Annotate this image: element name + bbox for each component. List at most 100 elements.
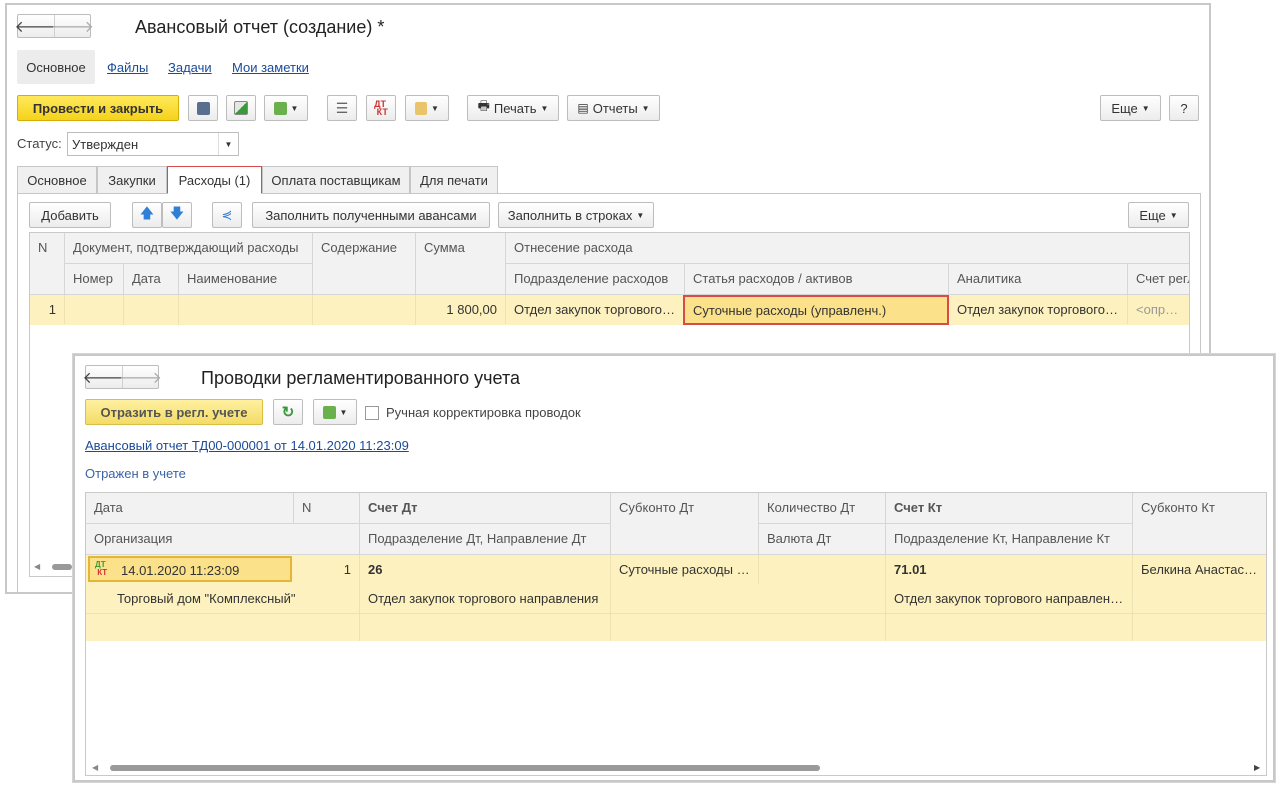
col-p-dept-dt[interactable]: Подразделение Дт, Направление Дт xyxy=(360,524,611,555)
col-p-sub-dt[interactable]: Субконто Дт xyxy=(611,493,759,555)
window-title: Авансовый отчет (создание) * xyxy=(135,17,385,37)
posting-row[interactable]: ДТ КТ 14.01.2020 11:23:09 1 26 Суточные … xyxy=(86,555,1266,641)
create-based-on-button[interactable]: ▼ xyxy=(264,95,308,121)
save-button[interactable] xyxy=(188,95,218,121)
tab-supplier-payments[interactable]: Оплата поставщикам xyxy=(262,166,410,194)
col-attribution[interactable]: Отнесение расхода xyxy=(506,233,1189,264)
forward-arrow-icon[interactable]: 🡒 xyxy=(51,15,94,37)
col-p-sub-kt[interactable]: Субконто Кт xyxy=(1133,493,1266,555)
refresh-button[interactable]: ↻ xyxy=(273,399,303,425)
cell-p-n[interactable]: 1 xyxy=(294,555,360,584)
refresh-icon: ↻ xyxy=(281,404,295,421)
status-value: Утвержден xyxy=(72,137,139,152)
col-account[interactable]: Счет регл xyxy=(1128,264,1189,295)
reports-label: Отчеты xyxy=(592,100,638,116)
fill-rows-button[interactable]: Заполнить в строках ▼ xyxy=(498,202,654,228)
col-date[interactable]: Дата xyxy=(124,264,179,295)
col-sum[interactable]: Сумма xyxy=(416,233,506,295)
cell-dept[interactable]: Отдел закупок торгового… xyxy=(506,295,685,324)
tab-tasks[interactable]: Задачи xyxy=(168,60,212,75)
tab-notes[interactable]: Мои заметки xyxy=(232,60,309,75)
popup-title: Проводки регламентированного учета xyxy=(201,368,521,388)
reports-icon: ▤ xyxy=(577,101,589,115)
dropdown-arrow-icon[interactable]: ▼ xyxy=(218,133,238,155)
cell-n[interactable]: 1 xyxy=(30,295,65,324)
cell-item-selected[interactable]: Суточные расходы (управленч.) xyxy=(683,295,949,325)
popup-create-button[interactable]: ▼ xyxy=(313,399,357,425)
fill-advances-button[interactable]: Заполнить полученными авансами xyxy=(252,202,490,228)
cell-p-sub-kt[interactable]: Белкина Анастасия… xyxy=(1133,555,1266,584)
reports-button[interactable]: ▤ Отчеты ▼ xyxy=(567,95,660,121)
help-button[interactable]: ? xyxy=(1169,95,1199,121)
postings-table: Дата N Счет Дт Субконто Дт Количество Дт… xyxy=(85,492,1267,776)
cell-content[interactable] xyxy=(313,295,416,325)
cell-analytics[interactable]: Отдел закупок торгового… xyxy=(949,295,1128,324)
move-up-button[interactable]: 🡅 xyxy=(132,202,162,228)
cell-sum[interactable]: 1 800,00 xyxy=(416,295,506,324)
cell-number[interactable] xyxy=(65,295,124,325)
reflection-status: Отражен в учете xyxy=(85,466,186,481)
post-button[interactable] xyxy=(226,95,256,121)
table-row[interactable]: 1 1 800,00 Отдел закупок торгового… Суто… xyxy=(30,295,1189,325)
main-scrollbar-thumb[interactable] xyxy=(52,564,72,570)
col-p-kt[interactable]: Счет Кт xyxy=(886,493,1133,524)
tab-for-print[interactable]: Для печати xyxy=(410,166,498,194)
col-p-dt[interactable]: Счет Дт xyxy=(360,493,611,524)
popup-scrollbar-thumb[interactable] xyxy=(110,765,820,771)
col-n[interactable]: N xyxy=(30,233,65,295)
col-p-n[interactable]: N xyxy=(294,493,360,524)
status-select[interactable]: Утвержден ▼ xyxy=(67,132,239,156)
popup-scroll-left-icon[interactable]: ◀ xyxy=(92,763,98,772)
col-number[interactable]: Номер xyxy=(65,264,124,295)
row-divider xyxy=(86,613,1266,614)
cell-p-kt[interactable]: 71.01 xyxy=(886,555,1133,584)
cell-p-qty-dt[interactable] xyxy=(759,555,886,641)
tab-main-top[interactable]: Основное xyxy=(17,50,95,84)
split-button[interactable]: ⋞ xyxy=(212,202,242,228)
back-arrow-icon[interactable]: 🡐 xyxy=(15,15,58,37)
dt-kt-icon: ДТ КТ xyxy=(374,99,388,117)
structure-button[interactable]: ☰ xyxy=(327,95,357,121)
col-dept[interactable]: Подразделение расходов xyxy=(506,264,685,295)
col-analytics[interactable]: Аналитика xyxy=(949,264,1128,295)
cell-date[interactable] xyxy=(124,295,179,325)
move-down-button[interactable]: 🡇 xyxy=(162,202,192,228)
popup-history-nav: 🡐 🡒 xyxy=(83,365,162,389)
add-button[interactable]: Добавить xyxy=(29,202,111,228)
split-icon: ⋞ xyxy=(221,207,233,222)
postings-window: 🡐 🡒 Проводки регламентированного учета От… xyxy=(73,354,1275,782)
reflect-button[interactable]: Отразить в регл. учете xyxy=(85,399,263,425)
more-table-button[interactable]: Еще ▼ xyxy=(1128,202,1189,228)
popup-scroll-right-icon[interactable]: ▶ xyxy=(1254,763,1260,772)
manual-correction-checkbox[interactable] xyxy=(365,406,379,420)
document-link[interactable]: Авансовый отчет ТД00-000001 от 14.01.202… xyxy=(85,438,409,453)
more-button[interactable]: Еще ▼ xyxy=(1100,95,1161,121)
col-p-date[interactable]: Дата xyxy=(86,493,294,524)
cell-name[interactable] xyxy=(179,295,313,325)
main-scroll-left-icon[interactable]: ◀ xyxy=(34,562,40,571)
cell-p-sub-dt[interactable]: Суточные расходы … xyxy=(611,555,759,584)
col-p-dept-kt[interactable]: Подразделение Кт, Направление Кт xyxy=(886,524,1133,555)
cell-p-dt[interactable]: 26 xyxy=(360,555,611,584)
post-and-close-button[interactable]: Провести и закрыть xyxy=(17,95,179,121)
col-doc[interactable]: Документ, подтверждающий расходы xyxy=(65,233,313,264)
cell-p-date-selected[interactable]: ДТ КТ 14.01.2020 11:23:09 xyxy=(88,556,292,582)
tab-expenses[interactable]: Расходы (1) xyxy=(167,166,262,194)
post-document-icon xyxy=(234,101,248,115)
popup-back-arrow-icon[interactable]: 🡐 xyxy=(83,366,126,388)
col-item[interactable]: Статья расходов / активов xyxy=(685,264,949,295)
col-p-org[interactable]: Организация xyxy=(86,524,360,555)
print-button[interactable]: 🖶 Печать ▼ xyxy=(467,95,559,121)
col-p-cur-dt[interactable]: Валюта Дт xyxy=(759,524,886,555)
tab-osnovnoe[interactable]: Основное xyxy=(17,166,97,194)
related-docs-button[interactable]: ▼ xyxy=(405,95,449,121)
col-name[interactable]: Наименование xyxy=(179,264,313,295)
tab-files[interactable]: Файлы xyxy=(107,60,148,75)
more-table-label: Еще xyxy=(1139,207,1166,223)
cell-account[interactable]: <определ xyxy=(1128,295,1189,324)
col-content[interactable]: Содержание xyxy=(313,233,416,295)
col-p-qty-dt[interactable]: Количество Дт xyxy=(759,493,886,524)
dt-kt-button[interactable]: ДТ КТ xyxy=(366,95,396,121)
tab-purchases[interactable]: Закупки xyxy=(97,166,167,194)
popup-forward-arrow-icon[interactable]: 🡒 xyxy=(119,366,162,388)
